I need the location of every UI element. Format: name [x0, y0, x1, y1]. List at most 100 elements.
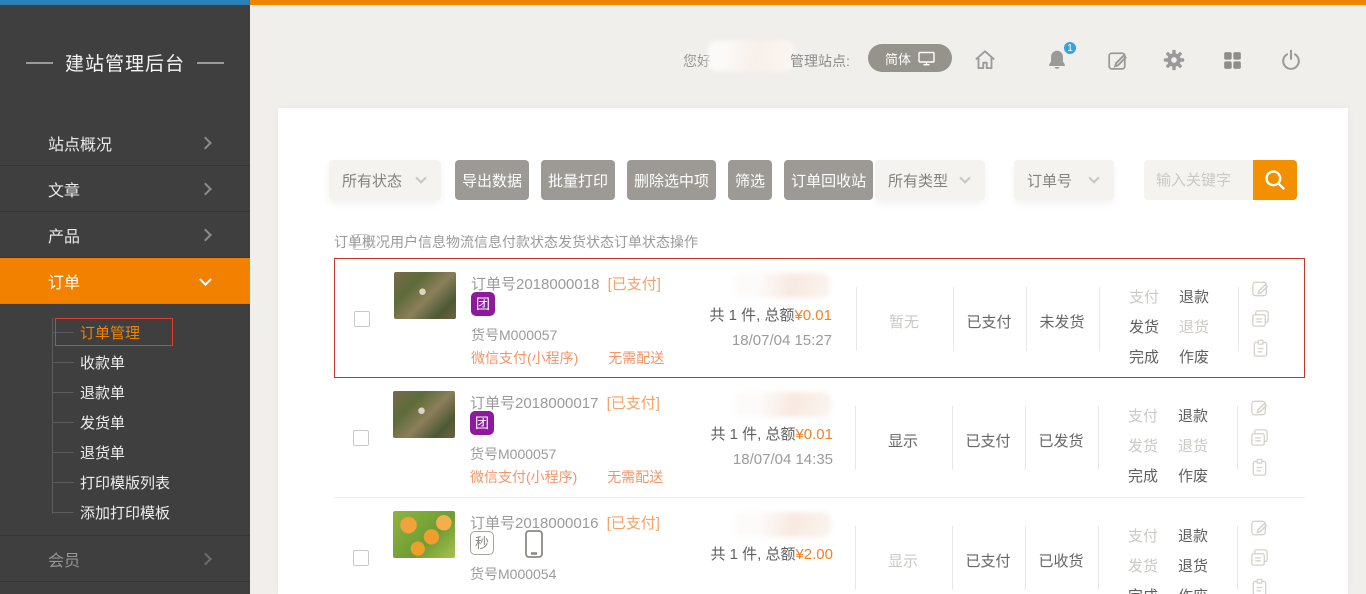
print-icon[interactable]	[1249, 547, 1270, 568]
compose-icon[interactable]	[1103, 46, 1131, 74]
top-header: 您好 管理站点: 简体 1	[250, 5, 1366, 108]
sidebar-subitem-label: 退货单	[80, 442, 125, 463]
order-type-badge: 团	[470, 411, 494, 435]
sidebar-item-link[interactable]: 文章	[0, 166, 250, 212]
order-datetime: 18/07/04 14:35	[603, 451, 833, 468]
sidebar-subitem[interactable]: 打印模版列表	[0, 467, 250, 497]
column-header: 用户信息	[390, 234, 446, 250]
edit-icon[interactable]	[1249, 517, 1270, 538]
column-header: 物流信息	[446, 234, 502, 250]
status-action[interactable]: 完成	[1119, 346, 1169, 367]
toolbar-button[interactable]: 筛选	[728, 160, 772, 200]
keyword-input[interactable]	[1144, 160, 1253, 200]
status-action[interactable]: 作废	[1168, 585, 1218, 594]
sidebar-item-link[interactable]: 站点概况	[0, 120, 250, 166]
row-checkbox[interactable]	[354, 311, 370, 327]
status-action[interactable]: 完成	[1118, 465, 1168, 486]
toolbar-button-group: 导出数据批量打印删除选中项筛选订单回收站	[455, 160, 873, 200]
status-filter-dropdown[interactable]: 所有状态	[329, 160, 441, 200]
sku-number: 货号M000057	[470, 444, 556, 464]
user-info-cell: 共 1 件, 总额¥0.01 18/07/04 15:27	[602, 259, 832, 349]
logistics-link: 显示	[888, 550, 918, 571]
status-action: 支付	[1119, 286, 1169, 307]
sku-number: 货号M000057	[471, 325, 557, 345]
logistics-link[interactable]: 显示	[888, 430, 918, 451]
chevron-icon	[199, 182, 212, 195]
sidebar-item-member[interactable]: 会员	[0, 535, 250, 582]
sidebar-subitem[interactable]: 订单管理	[0, 317, 250, 347]
sidebar-subitem[interactable]: 发货单	[0, 407, 250, 437]
apps-icon[interactable]	[1218, 46, 1246, 74]
status-action: 退货	[1169, 316, 1219, 337]
sidebar-item-link[interactable]: 产品	[0, 212, 250, 258]
edit-icon[interactable]	[1249, 397, 1270, 418]
buyer-name-redacted	[734, 273, 830, 298]
edit-icon[interactable]	[1250, 278, 1271, 299]
column-divider	[1025, 526, 1026, 590]
product-thumbnail[interactable]	[393, 511, 455, 558]
chevron-down-icon	[959, 172, 970, 183]
column-divider	[1098, 406, 1099, 470]
bell-icon[interactable]: 1	[1043, 46, 1071, 74]
print-icon[interactable]	[1250, 308, 1271, 329]
clipboard-icon[interactable]	[1249, 457, 1270, 478]
app-title: 建站管理后台	[0, 5, 250, 120]
sidebar-subitem-label: 订单管理	[80, 322, 140, 343]
sidebar-item-active[interactable]: 订单	[0, 258, 250, 304]
status-action[interactable]: 发货	[1119, 316, 1169, 337]
column-divider	[1026, 287, 1027, 351]
sidebar-subitem[interactable]: 收款单	[0, 347, 250, 377]
status-action[interactable]: 退款	[1168, 525, 1218, 546]
column-divider	[856, 287, 857, 351]
order-amount: ¥0.01	[794, 307, 832, 324]
column-header: 订单状态	[614, 234, 670, 250]
row-checkbox[interactable]	[353, 430, 369, 446]
search-field-dropdown[interactable]: 订单号	[1014, 160, 1114, 200]
title-dash	[26, 62, 53, 64]
order-number: 订单号2018000017	[470, 395, 598, 412]
print-icon[interactable]	[1249, 427, 1270, 448]
status-action[interactable]: 退货	[1168, 555, 1218, 576]
username-redacted	[708, 41, 794, 71]
column-divider	[1237, 406, 1238, 470]
status-action[interactable]: 作废	[1169, 346, 1219, 367]
status-action[interactable]: 退款	[1168, 405, 1218, 426]
toolbar-button[interactable]: 导出数据	[455, 160, 529, 200]
power-icon[interactable]	[1277, 46, 1305, 74]
product-thumbnail[interactable]	[393, 391, 455, 438]
chevron-icon	[199, 228, 212, 241]
user-info-cell: 共 1 件, 总额¥0.01 18/07/04 14:35	[603, 378, 833, 468]
gear-icon[interactable]	[1160, 46, 1188, 74]
sidebar-subitem-label: 退款单	[80, 382, 125, 403]
column-divider	[1238, 287, 1239, 351]
order-status-actions: 支付退款发货退货完成作废	[1118, 525, 1218, 594]
mobile-phone-icon	[524, 529, 544, 559]
column-divider	[1237, 526, 1238, 590]
toolbar-button[interactable]: 批量打印	[541, 160, 615, 200]
shipping-note: 无需配送	[608, 350, 664, 366]
language-site-switch[interactable]: 简体	[868, 44, 952, 72]
sidebar-menu: 站点概况 文章 产品 订单	[0, 120, 250, 304]
clipboard-icon[interactable]	[1250, 338, 1271, 359]
status-action[interactable]: 完成	[1118, 585, 1168, 594]
order-number: 订单号2018000018	[471, 276, 599, 293]
sidebar-subitem[interactable]: 添加打印模板	[0, 497, 250, 527]
toolbar-button[interactable]: 订单回收站	[784, 160, 873, 200]
status-filter-value: 所有状态	[342, 170, 402, 191]
sidebar-subitem[interactable]: 退货单	[0, 437, 250, 467]
type-filter-dropdown[interactable]: 所有类型	[875, 160, 985, 200]
status-action[interactable]: 作废	[1168, 465, 1218, 486]
chevron-down-icon	[1088, 172, 1099, 183]
status-action[interactable]: 退款	[1169, 286, 1219, 307]
clipboard-icon[interactable]	[1249, 577, 1270, 594]
order-summary: 共 1 件, 总额¥0.01	[603, 423, 833, 444]
home-icon[interactable]	[971, 46, 999, 74]
search-button[interactable]	[1253, 160, 1297, 200]
sidebar-subitem[interactable]: 退款单	[0, 377, 250, 407]
row-operations	[1249, 517, 1270, 594]
toolbar-button[interactable]: 删除选中项	[627, 160, 716, 200]
column-divider	[952, 406, 953, 470]
product-thumbnail[interactable]	[394, 272, 456, 319]
order-status-actions: 支付退款发货退货完成作废	[1118, 405, 1218, 486]
row-checkbox[interactable]	[353, 550, 369, 566]
